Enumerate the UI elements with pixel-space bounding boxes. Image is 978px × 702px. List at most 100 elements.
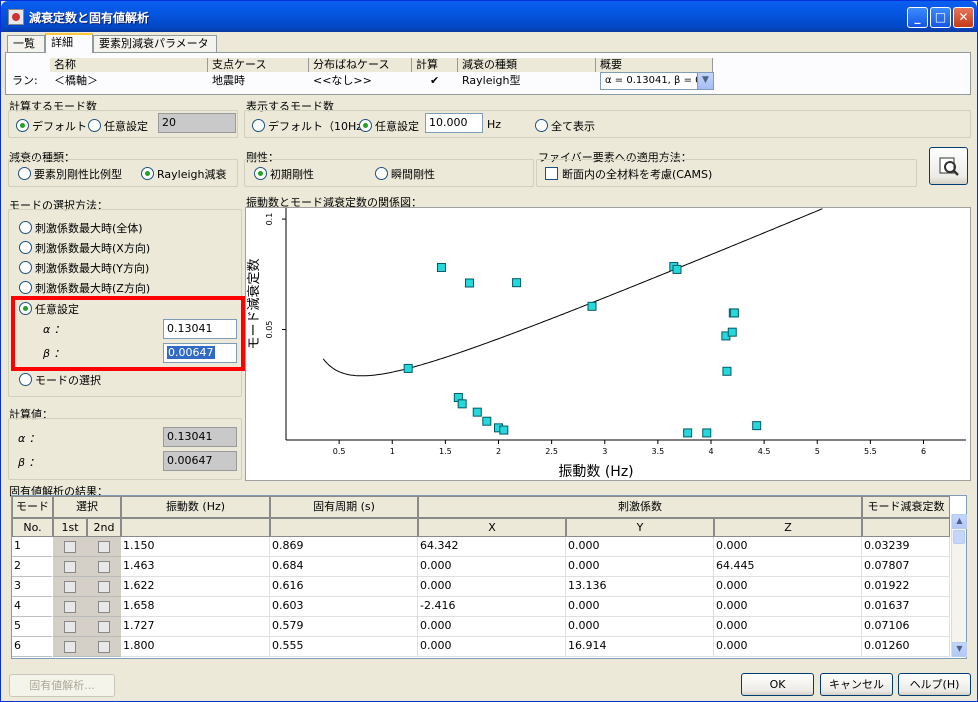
- data-point: [464, 278, 474, 288]
- mode-count-custom-radio[interactable]: [88, 119, 101, 132]
- header-damping: モード減衰定数: [862, 496, 950, 518]
- summary-dropdown[interactable]: α = 0.13041, β = 0.00647▼: [600, 72, 714, 90]
- cell-period: 0.616: [270, 577, 418, 597]
- fiber-cams-checkbox[interactable]: [545, 167, 558, 180]
- select-1st-checkbox[interactable]: [64, 641, 76, 653]
- select-1st-checkbox[interactable]: [64, 541, 76, 553]
- cell-z: 0.000: [714, 617, 862, 637]
- cell-z: 64.445: [714, 557, 862, 577]
- data-point: [403, 363, 413, 373]
- display-custom-radio[interactable]: [359, 119, 372, 132]
- display-hz-input[interactable]: 10.000: [425, 113, 483, 133]
- fiber-cams-label: 断面内の全材料を考慮(CAMS): [562, 168, 713, 181]
- select-2nd-cell: [87, 597, 121, 617]
- display-default-radio[interactable]: [252, 119, 265, 132]
- col-damping-type: 減衰の種類: [458, 58, 596, 72]
- select-1st-checkbox[interactable]: [64, 601, 76, 613]
- cell-y: 0.000: [566, 597, 714, 617]
- tab-list[interactable]: 一覧: [7, 35, 45, 52]
- select-1st-checkbox[interactable]: [64, 581, 76, 593]
- cell-x: 64.342: [418, 537, 566, 557]
- cell-d: 0.01922: [862, 577, 950, 597]
- run-calc-check[interactable]: ✔: [426, 73, 456, 89]
- data-point: [499, 425, 509, 435]
- scroll-thumb[interactable]: [953, 530, 965, 544]
- select-1st-cell: [53, 637, 87, 657]
- mode-select-total-label: 刺激係数最大時(全体): [35, 222, 143, 235]
- select-2nd-checkbox[interactable]: [98, 601, 110, 613]
- y-tick-label: 0.05: [265, 321, 274, 339]
- mode-select-y-radio[interactable]: [19, 261, 32, 274]
- cell-d: 0.03239: [862, 537, 950, 557]
- select-2nd-checkbox[interactable]: [98, 641, 110, 653]
- cell-z: 0.000: [714, 577, 862, 597]
- cell-freq: 1.658: [121, 597, 270, 617]
- cell-x: 0.000: [418, 557, 566, 577]
- damping-rayleigh-radio[interactable]: [141, 167, 154, 180]
- x-tick-label: 4.5: [758, 447, 771, 456]
- run-spring[interactable]: <<なし>>: [309, 73, 412, 89]
- mode-count-default-label: デフォルト: [32, 120, 87, 133]
- select-2nd-cell: [87, 557, 121, 577]
- calc-alpha-label: α ：: [18, 432, 40, 445]
- minimize-button[interactable]: _: [907, 7, 928, 28]
- cell-d: 0.07106: [862, 617, 950, 637]
- header-x: X: [418, 518, 566, 537]
- eigen-analysis-button[interactable]: 固有値解析...: [9, 674, 115, 697]
- mode-count-input[interactable]: 20: [158, 113, 236, 133]
- dialog-window: 減衰定数と固有値解析 _ □ ✕ 一覧 詳細 要素別減衰パラメータ 名称 支点ケ…: [0, 0, 978, 702]
- cell-y: 0.000: [566, 537, 714, 557]
- row-number: 5: [12, 617, 52, 637]
- run-name[interactable]: ＜橋軸＞: [50, 73, 208, 89]
- cancel-button[interactable]: キャンセル: [820, 673, 893, 696]
- select-2nd-checkbox[interactable]: [98, 561, 110, 573]
- x-tick-label: 3.5: [652, 447, 665, 456]
- select-2nd-checkbox[interactable]: [98, 621, 110, 633]
- damping-element-radio[interactable]: [18, 167, 31, 180]
- select-2nd-checkbox[interactable]: [98, 581, 110, 593]
- scroll-down-icon[interactable]: ▼: [952, 642, 967, 657]
- y-axis-label: モード減衰定数: [246, 258, 262, 349]
- select-1st-checkbox[interactable]: [64, 621, 76, 633]
- header-period: 固有周期 (s): [270, 496, 418, 518]
- mode-count-default-radio[interactable]: [16, 119, 29, 132]
- cell-x: 0.000: [418, 637, 566, 657]
- close-button[interactable]: ✕: [953, 7, 974, 28]
- select-1st-checkbox[interactable]: [64, 561, 76, 573]
- chevron-down-icon[interactable]: ▼: [697, 73, 713, 89]
- mode-select-total-radio[interactable]: [19, 221, 32, 234]
- display-all-label: 全て表示: [551, 120, 595, 133]
- help-button[interactable]: ヘルプ(H): [898, 673, 971, 696]
- select-2nd-checkbox[interactable]: [98, 541, 110, 553]
- mode-select-y-label: 刺激係数最大時(Y方向): [35, 262, 150, 275]
- run-support[interactable]: 地震時: [208, 73, 309, 89]
- maximize-button[interactable]: □: [930, 7, 951, 28]
- mode-select-z-radio[interactable]: [19, 281, 32, 294]
- cell-x: 0.000: [418, 617, 566, 637]
- mode-select-x-radio[interactable]: [19, 241, 32, 254]
- ok-button[interactable]: OK: [741, 673, 814, 696]
- cell-z: 0.000: [714, 537, 862, 557]
- cell-d: 0.01260: [862, 637, 950, 657]
- magnifier-icon: [939, 157, 959, 176]
- calc-beta-value: 0.00647: [163, 451, 237, 471]
- tab-detail[interactable]: 詳細: [45, 33, 93, 53]
- data-point: [683, 428, 693, 438]
- stiffness-instant-radio[interactable]: [375, 167, 388, 180]
- scroll-up-icon[interactable]: ▲: [952, 514, 967, 529]
- run-label: ラン:: [12, 74, 38, 87]
- mode-choice-radio[interactable]: [19, 373, 32, 386]
- x-tick-label: 0.5: [333, 447, 346, 456]
- tab-element-damping[interactable]: 要素別減衰パラメータ: [93, 35, 217, 52]
- run-damping-type[interactable]: Rayleigh型: [458, 73, 596, 89]
- cell-y: 13.136: [566, 577, 714, 597]
- results-scrollbar[interactable]: ▲ ▼: [951, 514, 967, 657]
- display-custom-label: 任意設定: [375, 120, 419, 133]
- stiffness-initial-radio[interactable]: [254, 167, 267, 180]
- display-default-label: デフォルト（10Hz): [268, 120, 367, 133]
- select-1st-cell: [53, 557, 87, 577]
- display-all-radio[interactable]: [535, 119, 548, 132]
- preview-button[interactable]: [929, 147, 968, 185]
- cell-z: 0.000: [714, 597, 862, 617]
- select-2nd-cell: [87, 537, 121, 557]
